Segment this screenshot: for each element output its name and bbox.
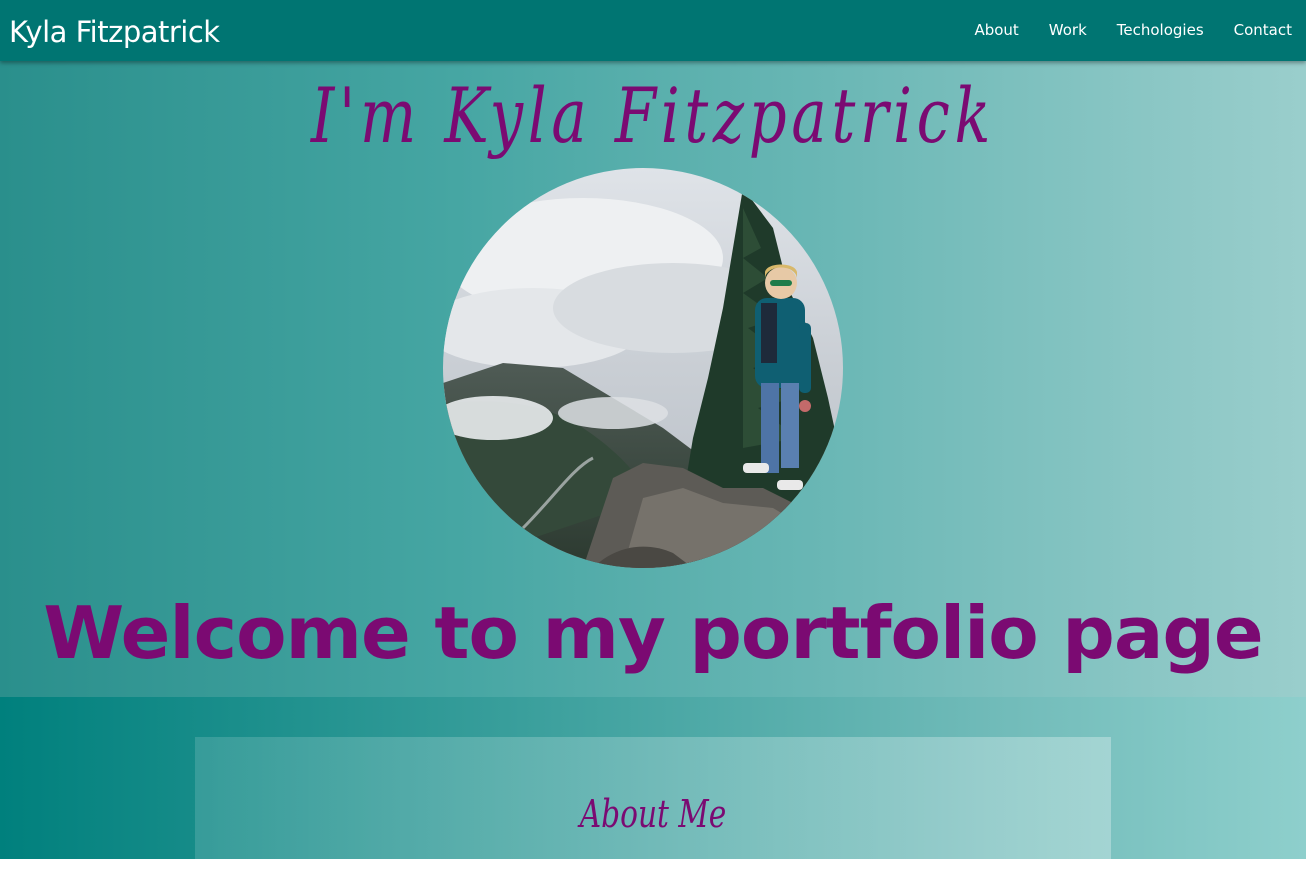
about-section: About Me [0,697,1306,877]
about-title: About Me [579,792,727,836]
brand-link[interactable]: Kyla Fitzpatrick [9,12,220,52]
nav-link-about[interactable]: About [974,19,1018,41]
nav-link-technologies[interactable]: Techologies [1117,19,1204,41]
nav-link-contact[interactable]: Contact [1234,19,1292,41]
profile-photo [443,168,843,568]
profile-photo-illustration [443,168,843,568]
nav-links: About Work Techologies Contact [974,19,1292,41]
welcome-heading: Welcome to my portfolio page [43,591,1263,675]
about-card: About Me [195,737,1111,877]
hero-section: I'm Kyla Fitzpatrick Welcome to my portf… [0,61,1306,697]
nav-link-work[interactable]: Work [1049,19,1087,41]
hero-heading: I'm Kyla Fitzpatrick [310,71,996,160]
navbar: Kyla Fitzpatrick About Work Techologies … [0,0,1306,61]
